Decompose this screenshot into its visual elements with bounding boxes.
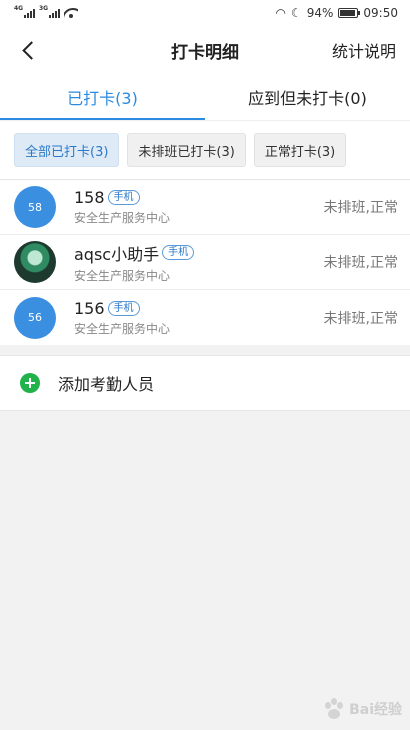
network-type-2: 3G bbox=[39, 5, 49, 12]
filter-unscheduled-checked[interactable]: 未排班已打卡(3) bbox=[127, 133, 246, 167]
person-name: 158 bbox=[74, 188, 105, 207]
list-item[interactable]: 58 158 手机 安全生产服务中心 未排班,正常 bbox=[0, 180, 410, 235]
nav-bar: 打卡明细 统计说明 bbox=[0, 26, 410, 74]
person-line: aqsc小助手 手机 bbox=[74, 241, 324, 265]
avatar: 56 bbox=[14, 296, 56, 339]
network-type: 4G bbox=[14, 5, 24, 12]
headset-icon: ◠ bbox=[275, 6, 286, 20]
tab-checked-in[interactable]: 已打卡(3) bbox=[0, 74, 205, 120]
watermark-text: Bai经验 bbox=[349, 702, 402, 718]
status-bar: 4G 3G ◠ ☾ 94% 09:50 bbox=[0, 0, 410, 26]
avatar: 58 bbox=[14, 186, 56, 228]
device-tag: 手机 bbox=[107, 300, 140, 316]
paw-icon bbox=[323, 698, 345, 720]
person-name: 156 bbox=[74, 298, 105, 318]
plus-icon bbox=[20, 373, 40, 393]
person-dept: 安全生产服务中心 bbox=[74, 268, 171, 283]
battery-icon bbox=[338, 8, 361, 18]
person-info: aqsc小助手 手机 安全生产服务中心 bbox=[74, 241, 324, 284]
status-left: 4G 3G bbox=[14, 5, 78, 18]
wifi-icon bbox=[64, 8, 78, 18]
add-attendee-label: 添加考勤人员 bbox=[58, 375, 155, 394]
battery-percent: 94% bbox=[306, 6, 334, 20]
add-attendee-button[interactable]: 添加考勤人员 bbox=[0, 355, 410, 411]
filter-bar: 全部已打卡(3) 未排班已打卡(3) 正常打卡(3) bbox=[0, 120, 410, 179]
filter-all-checked[interactable]: 全部已打卡(3) bbox=[14, 133, 120, 167]
watermark: Bai经验 bbox=[323, 698, 402, 720]
signal-icon-2: 3G bbox=[39, 5, 60, 18]
device-tag: 手机 bbox=[107, 190, 140, 205]
status-right: ◠ ☾ 94% 09:50 bbox=[275, 6, 398, 20]
signal-icon: 4G bbox=[14, 5, 35, 18]
moon-icon: ☾ bbox=[290, 6, 302, 20]
person-status: 未排班,正常 bbox=[323, 200, 398, 216]
clock: 09:50 bbox=[363, 6, 398, 20]
device-tag: 手机 bbox=[162, 245, 195, 260]
back-arrow-icon bbox=[21, 40, 41, 60]
person-dept: 安全生产服务中心 bbox=[74, 321, 171, 336]
stats-help-link[interactable]: 统计说明 bbox=[332, 38, 396, 62]
back-button[interactable] bbox=[4, 26, 52, 74]
person-status: 未排班,正常 bbox=[323, 310, 398, 327]
person-line: 158 手机 bbox=[74, 188, 324, 207]
people-list: 58 158 手机 安全生产服务中心 未排班,正常 aqsc小助手 手机 安全生… bbox=[0, 179, 410, 345]
person-line: 156 手机 bbox=[74, 299, 324, 318]
person-info: 156 手机 安全生产服务中心 bbox=[74, 299, 324, 337]
tab-not-checked-in[interactable]: 应到但未打卡(0) bbox=[205, 74, 410, 120]
person-status: 未排班,正常 bbox=[323, 255, 398, 271]
list-item[interactable]: aqsc小助手 手机 安全生产服务中心 未排班,正常 bbox=[0, 235, 410, 290]
avatar bbox=[14, 241, 56, 283]
person-name: aqsc小助手 bbox=[74, 244, 160, 264]
filter-normal-checked[interactable]: 正常打卡(3) bbox=[253, 133, 347, 167]
list-item[interactable]: 56 156 手机 安全生产服务中心 未排班,正常 bbox=[0, 290, 410, 345]
person-dept: 安全生产服务中心 bbox=[74, 211, 171, 225]
tab-bar: 已打卡(3) 应到但未打卡(0) bbox=[0, 74, 410, 120]
person-info: 158 手机 安全生产服务中心 bbox=[74, 188, 324, 226]
